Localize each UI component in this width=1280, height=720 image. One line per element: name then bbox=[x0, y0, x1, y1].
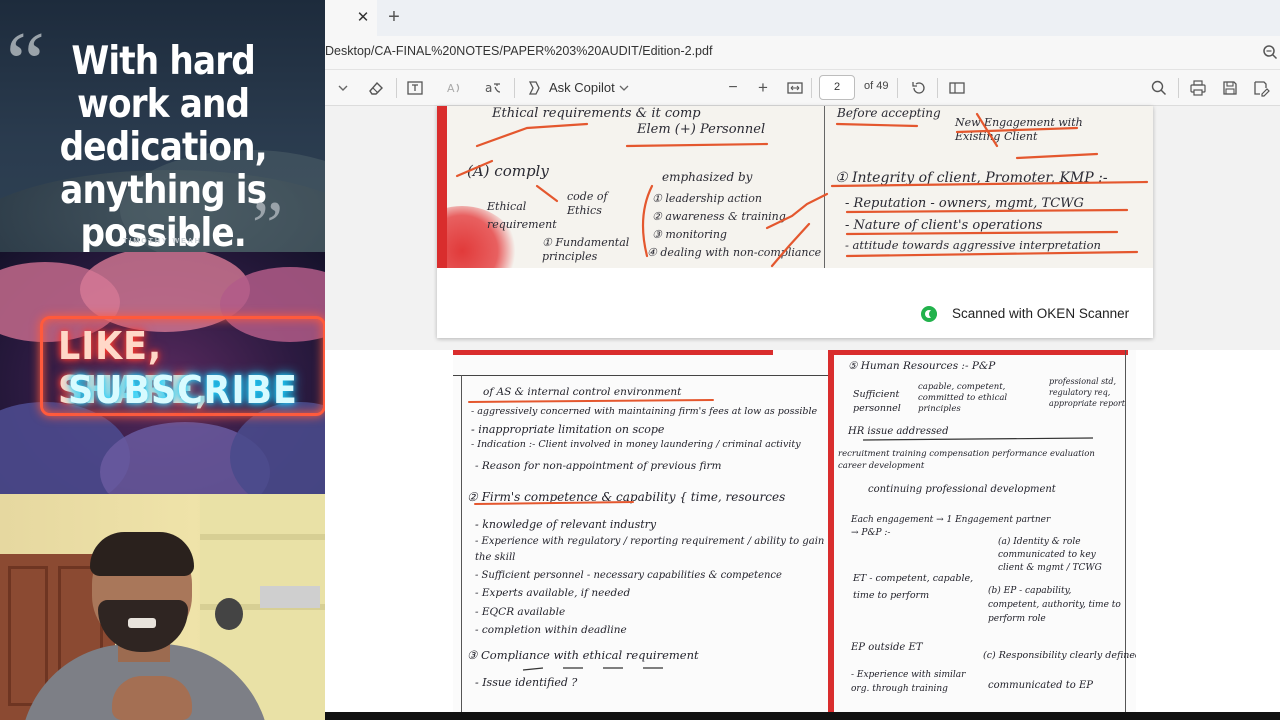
pdf-page-1: Ethical requirements & it comp Elem (+) … bbox=[437, 106, 1153, 338]
toolbar-divider bbox=[514, 78, 515, 98]
scanner-credit-text: Scanned with OKEN Scanner bbox=[952, 306, 1130, 321]
shelf-item bbox=[215, 598, 243, 630]
close-tab-button[interactable]: ✕ bbox=[355, 8, 371, 26]
toolbar-divider bbox=[897, 78, 898, 98]
copilot-icon[interactable] bbox=[525, 78, 543, 98]
url-text[interactable]: Desktop/CA-FINAL%20NOTES/PAPER%203%20AUD… bbox=[325, 44, 1225, 58]
subscribe-banner: LIKE, SHARE, SUBSCRIBE bbox=[0, 252, 325, 494]
zoom-icon[interactable] bbox=[1262, 44, 1278, 60]
quote-author: TIMOTHY WEAH bbox=[123, 238, 202, 245]
zoom-out-button[interactable]: − bbox=[726, 78, 740, 98]
webcam-feed bbox=[0, 494, 325, 720]
read-aloud-icon[interactable]: A bbox=[445, 78, 463, 98]
window-bottom-edge bbox=[325, 712, 1280, 720]
tab-strip bbox=[325, 0, 1280, 36]
shelf-board bbox=[200, 534, 325, 540]
video-overlay-column: “ With hard work and dedication, anythin… bbox=[0, 0, 325, 720]
fit-width-icon[interactable] bbox=[786, 78, 804, 98]
eraser-icon[interactable] bbox=[367, 78, 385, 98]
new-tab-button[interactable]: + bbox=[384, 6, 404, 28]
toolbar-divider bbox=[1178, 78, 1179, 98]
books bbox=[260, 586, 320, 608]
chevron-down-icon[interactable] bbox=[619, 78, 629, 98]
print-icon[interactable] bbox=[1189, 78, 1207, 98]
address-bar[interactable]: Desktop/CA-FINAL%20NOTES/PAPER%203%20AUD… bbox=[325, 36, 1280, 70]
subscribe-text: SUBSCRIBE bbox=[68, 368, 298, 412]
door-panel bbox=[8, 566, 48, 706]
page-count: of 49 bbox=[864, 80, 889, 92]
orange-annotation-strokes bbox=[455, 112, 1149, 268]
pdf-page-2: of AS & internal control environment - a… bbox=[453, 350, 1136, 720]
search-icon[interactable] bbox=[1150, 78, 1168, 98]
save-icon[interactable] bbox=[1221, 78, 1239, 98]
screen: “ With hard work and dedication, anythin… bbox=[0, 0, 1280, 720]
dropdown-chevron-icon[interactable] bbox=[337, 78, 349, 98]
toolbar-divider bbox=[396, 78, 397, 98]
quote-panel: “ With hard work and dedication, anythin… bbox=[0, 0, 325, 252]
person-mouth bbox=[128, 618, 156, 628]
person-hair bbox=[90, 532, 194, 576]
orange-annotation-strokes bbox=[468, 399, 1094, 671]
oken-scanner-logo-icon bbox=[921, 306, 937, 322]
ask-copilot-button[interactable]: Ask Copilot bbox=[549, 80, 615, 95]
quote-text: With hard work and dedication, anything … bbox=[59, 39, 268, 252]
svg-text:a: a bbox=[485, 81, 492, 95]
person-hands bbox=[112, 676, 192, 720]
save-as-icon[interactable] bbox=[1252, 78, 1270, 98]
page-number-input[interactable]: 2 bbox=[819, 75, 855, 100]
toolbar-divider bbox=[937, 78, 938, 98]
page-view-icon[interactable] bbox=[948, 78, 966, 98]
scanned-notes-image: Ethical requirements & it comp Elem (+) … bbox=[437, 106, 1153, 268]
translate-icon[interactable]: a bbox=[484, 78, 502, 98]
text-box-icon[interactable] bbox=[406, 78, 424, 98]
svg-text:A: A bbox=[447, 82, 455, 95]
rotate-icon[interactable] bbox=[910, 78, 928, 98]
toolbar-divider bbox=[811, 78, 812, 98]
zoom-in-button[interactable]: + bbox=[756, 78, 770, 98]
